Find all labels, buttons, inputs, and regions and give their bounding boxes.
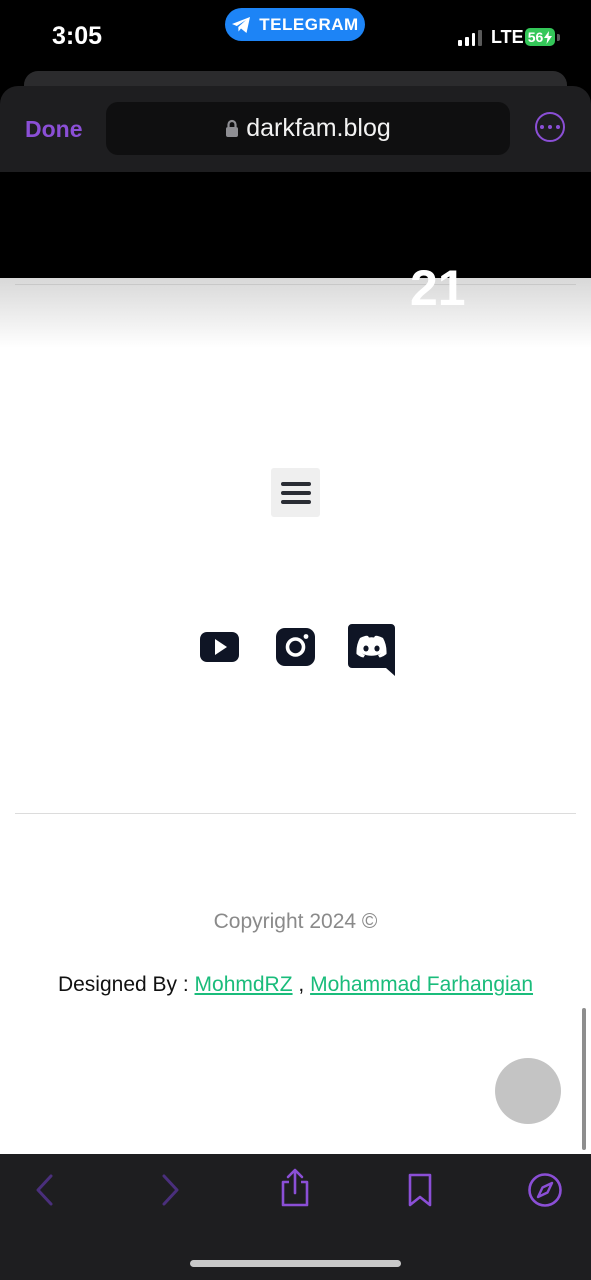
- done-button[interactable]: Done: [25, 116, 83, 143]
- web-content: 21 Copyright 2024 © Designed By : MohmdR…: [0, 172, 591, 1154]
- share-icon[interactable]: [278, 1168, 312, 1208]
- telegram-return-pill[interactable]: TELEGRAM: [225, 8, 365, 41]
- more-dot: [540, 125, 544, 129]
- scrollbar[interactable]: [582, 1008, 586, 1150]
- designed-by-label: Designed By :: [57, 973, 195, 996]
- url-text: darkfam.blog: [246, 114, 391, 142]
- menu-line: [280, 481, 311, 486]
- forward-icon[interactable]: [155, 1172, 185, 1208]
- more-options-button[interactable]: [535, 112, 565, 142]
- battery-tip: [557, 34, 560, 41]
- fade-band: [0, 278, 591, 348]
- telegram-pill-label: TELEGRAM: [259, 14, 359, 34]
- cellular-signal-icon: [458, 30, 482, 46]
- hamburger-menu-button[interactable]: [271, 468, 320, 517]
- battery-level: 56: [527, 29, 544, 45]
- floating-action-button[interactable]: [495, 1058, 561, 1124]
- battery-indicator: 56: [525, 28, 555, 46]
- lock-icon: [226, 119, 239, 137]
- charging-bolt-icon: [544, 30, 553, 44]
- copyright-text: Copyright 2024 ©: [213, 910, 378, 933]
- more-dot: [556, 125, 560, 129]
- telegram-icon: [232, 16, 251, 33]
- menu-line: [280, 490, 311, 495]
- address-bar[interactable]: darkfam.blog: [106, 102, 510, 155]
- compass-icon[interactable]: [527, 1172, 563, 1208]
- more-dot: [548, 125, 552, 129]
- designer-separator: ,: [292, 973, 311, 996]
- bookmarks-icon[interactable]: [405, 1172, 435, 1208]
- back-icon[interactable]: [30, 1172, 60, 1208]
- youtube-icon[interactable]: [200, 625, 240, 669]
- footer-divider: [15, 813, 576, 814]
- designer-link-mohmdrz[interactable]: MohmdRZ: [195, 973, 293, 996]
- discord-icon[interactable]: [348, 624, 395, 676]
- designer-link-farhangian[interactable]: Mohammad Farhangian: [310, 973, 533, 996]
- divider: [15, 284, 576, 285]
- status-time: 3:05: [52, 22, 103, 50]
- home-indicator[interactable]: [190, 1260, 401, 1267]
- menu-line: [280, 499, 311, 504]
- instagram-icon[interactable]: [276, 625, 316, 669]
- dark-header-band: [0, 172, 591, 278]
- partial-number: 21: [410, 268, 466, 308]
- network-type: LTE: [491, 27, 524, 47]
- designed-by-line: Designed By : MohmdRZ , Mohammad Farhang…: [0, 973, 591, 997]
